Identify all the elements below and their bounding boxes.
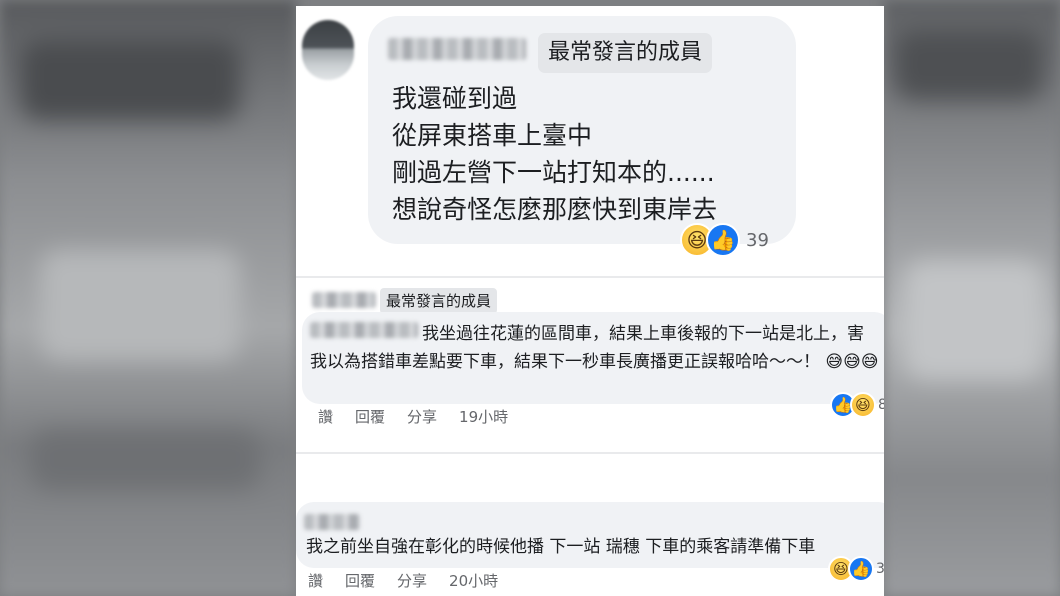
blurred-mention[interactable] [310, 322, 418, 338]
blurred-background-left [0, 0, 296, 596]
timestamp[interactable]: 20小時 [449, 570, 498, 591]
divider [296, 452, 884, 454]
share-link[interactable]: 分享 [407, 406, 437, 427]
reaction-summary[interactable]: 👍 😆 8 [830, 392, 884, 418]
reaction-count: 8 [878, 397, 884, 413]
laughing-face-icon: 😆 [850, 392, 876, 418]
timestamp[interactable]: 19小時 [459, 406, 508, 427]
sweat-smile-emoji: 😅😅😅 [825, 352, 879, 372]
reply-link[interactable]: 回覆 [345, 570, 375, 591]
blurred-username[interactable] [304, 514, 360, 530]
reaction-count: 39 [746, 229, 769, 251]
reply-link[interactable]: 回覆 [355, 406, 385, 427]
top-contributor-badge: 最常發言的成員 [380, 288, 498, 314]
like-link[interactable]: 讚 [308, 570, 323, 591]
comment-actions: 讚 回覆 分享 20小時 [308, 570, 520, 591]
comment-text: 我還碰到過 從屏東搭車上臺中 剛過左營下一站打知本的...... 想說奇怪怎麼那… [392, 84, 718, 224]
comment-actions: 讚 回覆 分享 19小時 [318, 406, 530, 427]
blurred-username[interactable] [388, 38, 526, 60]
share-link[interactable]: 分享 [397, 570, 427, 591]
like-link[interactable]: 讚 [318, 406, 333, 427]
comment-thread-screenshot: 最常發言的成員 我還碰到過 從屏東搭車上臺中 剛過左營下一站打知本的......… [296, 6, 884, 596]
thumbs-up-icon: 👍 [848, 556, 874, 582]
reaction-summary[interactable]: 😆 👍 39 [680, 223, 769, 257]
comment-bubble: 最常發言的成員 我還碰到過 從屏東搭車上臺中 剛過左營下一站打知本的......… [368, 16, 796, 244]
blurred-username[interactable] [312, 292, 376, 308]
reaction-count: 3 [876, 561, 884, 577]
cropped-action-row [376, 242, 676, 250]
avatar[interactable] [302, 20, 354, 80]
comment-text: 我之前坐自強在彰化的時候他播 下一站 瑞穗 下車的乘客請準備下車 [306, 537, 816, 557]
divider [296, 276, 884, 278]
reaction-summary[interactable]: 😆 👍 3 [828, 556, 884, 582]
blurred-background-right [884, 0, 1060, 596]
top-contributor-badge: 最常發言的成員 [538, 33, 713, 73]
thumbs-up-icon: 👍 [706, 223, 740, 257]
